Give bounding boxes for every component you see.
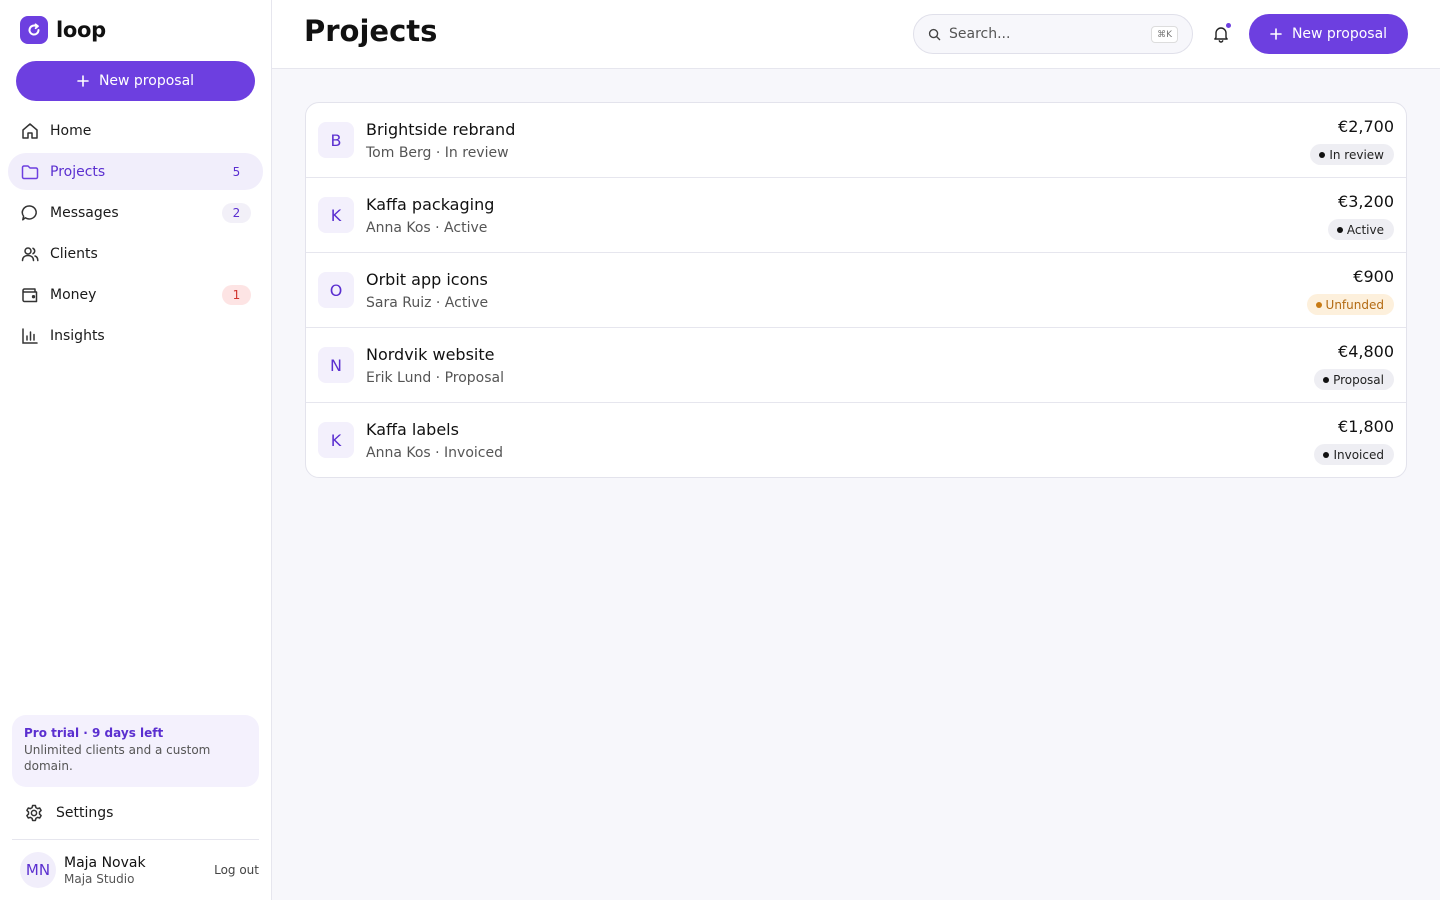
top-bar: Projects ⌘K New proposal <box>272 0 1440 69</box>
status-badge: Invoiced <box>1314 444 1394 465</box>
status-badge: Unfunded <box>1306 294 1394 315</box>
settings-label: Settings <box>56 805 114 821</box>
sidebar-item-label: Money <box>50 286 97 303</box>
search-icon <box>928 28 941 40</box>
trial-description: Unlimited clients and a custom domain. <box>24 743 211 773</box>
sidebar-divider <box>12 839 259 840</box>
user-profile: MN Maja Novak Maja Studio Log out <box>20 851 259 889</box>
project-row[interactable]: K Kaffa labels Anna Kos · Invoiced €1,80… <box>306 403 1406 477</box>
project-amount: €4,800 <box>1338 342 1394 361</box>
project-subtitle: Anna Kos · Active <box>366 220 488 236</box>
logout-button[interactable]: Log out <box>214 863 259 877</box>
sidebar: loop New proposal Home Projects 5 Messag… <box>0 0 272 900</box>
project-initial: K <box>318 197 354 233</box>
money-alert-badge: 1 <box>222 285 251 305</box>
sidebar-nav: Home Projects 5 Messages 2 Clients Money… <box>8 112 263 358</box>
sidebar-item-label: Clients <box>50 245 98 262</box>
project-initial: K <box>318 422 354 458</box>
notification-dot <box>1226 23 1231 28</box>
plus-icon <box>77 75 89 87</box>
status-badge: Proposal <box>1314 369 1394 390</box>
sidebar-item-settings[interactable]: Settings <box>12 795 259 831</box>
project-initial: B <box>318 122 354 158</box>
project-amount: €900 <box>1353 267 1394 286</box>
project-title: Kaffa labels <box>366 420 459 439</box>
app-name: loop <box>56 18 106 42</box>
project-subtitle: Anna Kos · Invoiced <box>366 445 503 461</box>
project-subtitle: Tom Berg · In review <box>366 145 509 161</box>
search-box[interactable]: ⌘K <box>913 14 1193 54</box>
app-logo[interactable]: loop <box>20 16 106 44</box>
bar-chart-icon <box>20 326 40 346</box>
sidebar-item-money[interactable]: Money 1 <box>8 276 263 313</box>
project-initial: N <box>318 347 354 383</box>
sidebar-item-projects[interactable]: Projects 5 <box>8 153 263 190</box>
pro-trial-card[interactable]: Pro trial · 9 days left Unlimited client… <box>12 715 259 787</box>
sidebar-item-label: Home <box>50 122 92 139</box>
sidebar-item-home[interactable]: Home <box>8 112 263 149</box>
sidebar-item-label: Messages <box>50 204 119 221</box>
sidebar-item-clients[interactable]: Clients <box>8 235 263 272</box>
project-amount: €2,700 <box>1338 117 1394 136</box>
new-proposal-label: New proposal <box>98 73 195 89</box>
page-title: Projects <box>304 14 438 48</box>
projects-list: B Brightside rebrand Tom Berg · In revie… <box>305 102 1407 478</box>
status-label: Active <box>1346 222 1384 237</box>
project-subtitle: Sara Ruiz · Active <box>366 295 489 311</box>
status-label: Unfunded <box>1325 297 1384 312</box>
sidebar-new-proposal-button[interactable]: New proposal <box>16 61 255 101</box>
status-dot <box>1323 451 1330 458</box>
project-amount: €3,200 <box>1338 192 1394 211</box>
project-title: Nordvik website <box>366 345 495 364</box>
project-title: Kaffa packaging <box>366 195 495 214</box>
users-icon <box>20 244 40 264</box>
project-row[interactable]: O Orbit app icons Sara Ruiz · Active €90… <box>306 253 1406 328</box>
wallet-icon <box>20 285 40 305</box>
avatar[interactable]: MN <box>20 852 56 888</box>
status-badge: In review <box>1310 144 1394 165</box>
project-row[interactable]: B Brightside rebrand Tom Berg · In revie… <box>306 103 1406 178</box>
status-dot <box>1336 226 1343 233</box>
user-organization: Maja Studio <box>64 871 135 886</box>
gear-icon <box>24 803 44 823</box>
status-dot <box>1323 376 1330 383</box>
search-input[interactable] <box>949 26 1139 42</box>
loop-logo-icon <box>20 16 48 44</box>
project-subtitle: Erik Lund · Proposal <box>366 370 505 386</box>
new-proposal-label: New proposal <box>1291 26 1388 42</box>
user-info: Maja Novak Maja Studio <box>64 855 146 886</box>
project-amount: €1,800 <box>1338 417 1394 436</box>
chat-icon <box>20 203 40 223</box>
status-dot <box>1319 151 1326 158</box>
project-title: Orbit app icons <box>366 270 488 289</box>
plus-icon <box>1270 28 1282 40</box>
sidebar-item-insights[interactable]: Insights <box>8 317 263 354</box>
status-label: In review <box>1329 147 1384 162</box>
sidebar-item-label: Projects <box>50 163 106 180</box>
new-proposal-button[interactable]: New proposal <box>1249 14 1408 54</box>
status-label: Invoiced <box>1333 447 1384 462</box>
trial-title: Pro trial · 9 days left <box>24 726 164 740</box>
project-title: Brightside rebrand <box>366 120 516 139</box>
project-initial: O <box>318 272 354 308</box>
project-row[interactable]: N Nordvik website Erik Lund · Proposal €… <box>306 328 1406 403</box>
project-row[interactable]: K Kaffa packaging Anna Kos · Active €3,2… <box>306 178 1406 253</box>
search-shortcut-hint: ⌘K <box>1151 26 1178 43</box>
messages-count-badge: 2 <box>222 203 251 223</box>
status-label: Proposal <box>1333 372 1384 387</box>
status-badge: Active <box>1327 219 1394 240</box>
status-dot <box>1315 301 1322 308</box>
sidebar-item-label: Insights <box>50 327 105 344</box>
notifications-button[interactable] <box>1209 22 1233 46</box>
sidebar-item-messages[interactable]: Messages 2 <box>8 194 263 231</box>
user-name: Maja Novak <box>64 854 146 871</box>
folder-icon <box>20 162 40 182</box>
home-icon <box>20 121 40 141</box>
projects-count-badge: 5 <box>232 165 241 179</box>
